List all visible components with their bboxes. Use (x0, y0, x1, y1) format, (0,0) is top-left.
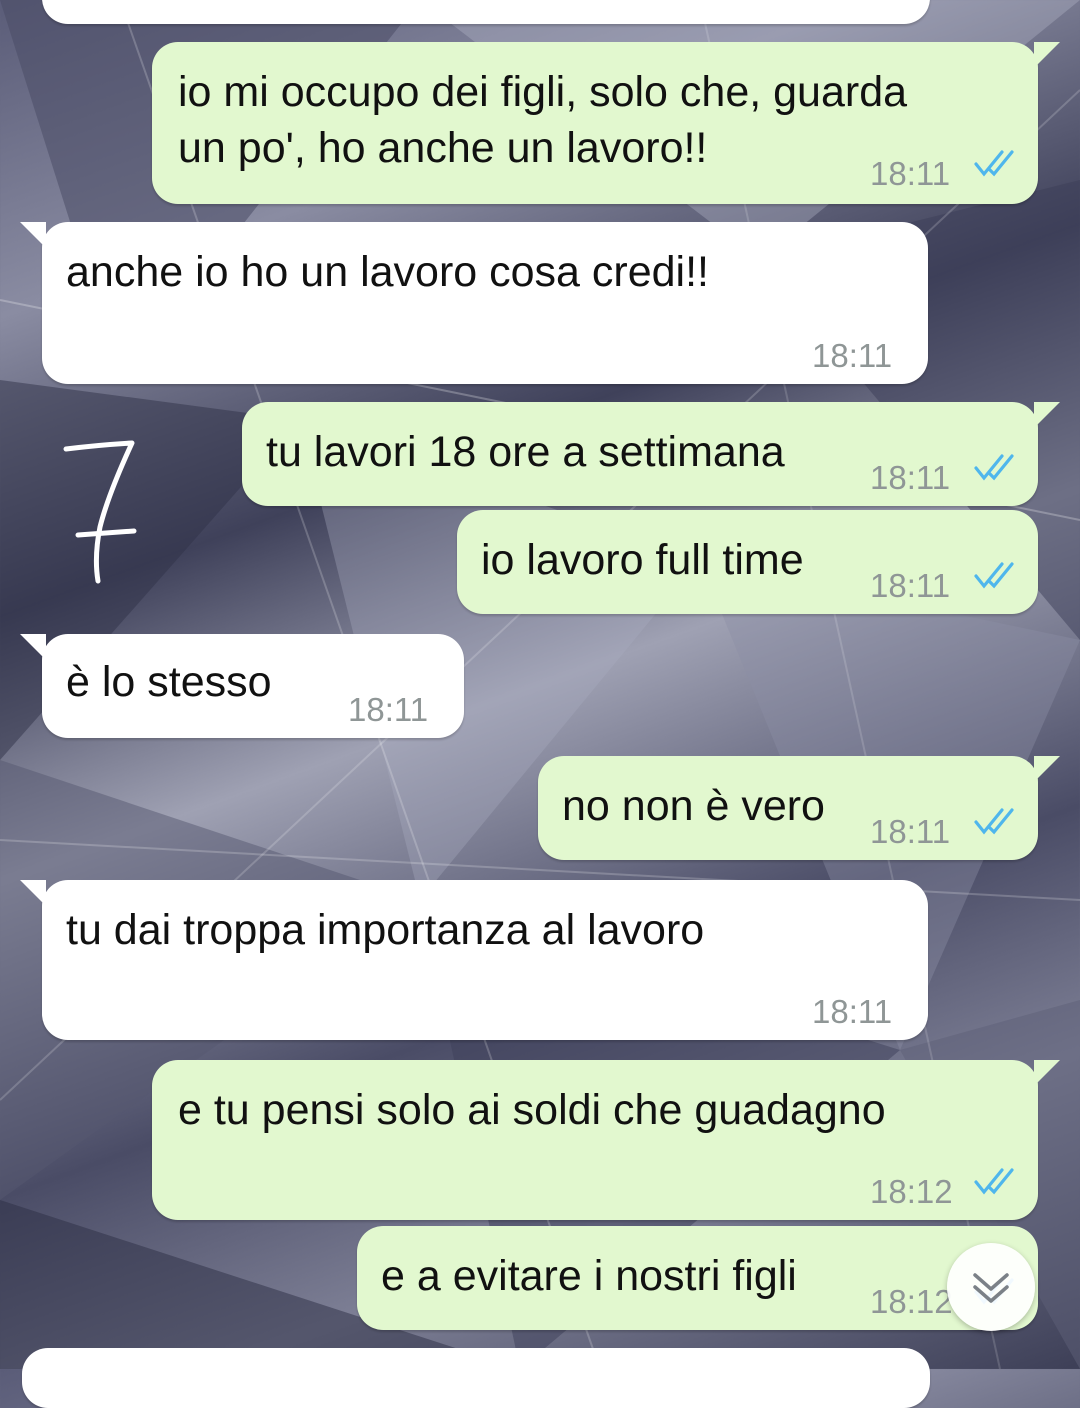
read-receipt-icon (974, 454, 1014, 481)
message-bubble-outgoing[interactable]: no non è vero 18:11 (538, 756, 1060, 860)
message-time: 18:11 (812, 993, 893, 1030)
message-text: io lavoro full time (481, 536, 804, 584)
message-bubble-outgoing[interactable]: e a evitare i nostri figli 18:12 (357, 1226, 1038, 1330)
message-text: è lo stesso (66, 658, 272, 706)
message-bubble-incoming[interactable]: anche io ho un lavoro cosa credi!! 18:11 (20, 222, 928, 384)
message-bubble-outgoing[interactable]: io mi occupo dei figli, solo che, guarda… (152, 42, 1060, 204)
message-time: 18:11 (870, 155, 951, 192)
message-text: io mi occupo dei figli, solo che, guarda… (178, 68, 908, 172)
chevron-down-double-icon (973, 1273, 1009, 1303)
message-time: 18:11 (870, 459, 951, 496)
message-bubble-incoming[interactable]: tu dai troppa importanza al lavoro 18:11 (20, 880, 928, 1040)
handwritten-number-annotation (63, 440, 137, 584)
message-bubble-incoming[interactable] (42, 0, 930, 24)
message-bubble-outgoing[interactable]: tu lavori 18 ore a settimana 18:11 (242, 402, 1060, 506)
message-text: no non è vero (562, 782, 825, 830)
message-time: 18:11 (348, 691, 429, 728)
message-bubble-incoming[interactable]: è lo stesso 18:11 (20, 634, 464, 738)
message-time: 18:12 (870, 1283, 953, 1320)
read-receipt-icon (974, 1168, 1014, 1195)
message-bubble-incoming[interactable] (22, 1348, 930, 1408)
message-text: anche io ho un lavoro cosa credi!! (66, 248, 710, 296)
message-time: 18:12 (870, 1173, 953, 1210)
message-bubble-outgoing[interactable]: io lavoro full time 18:11 (457, 510, 1038, 614)
read-receipt-icon (974, 808, 1014, 835)
read-receipt-icon (974, 562, 1014, 589)
read-receipt-icon (974, 150, 1014, 177)
message-text: tu lavori 18 ore a settimana (266, 428, 785, 476)
message-text: e tu pensi solo ai soldi che guadagno (178, 1086, 886, 1134)
message-bubble-outgoing[interactable]: e tu pensi solo ai soldi che guadagno 18… (152, 1060, 1060, 1220)
message-text: e a evitare i nostri figli (381, 1252, 797, 1300)
message-time: 18:11 (870, 567, 951, 604)
message-time: 18:11 (870, 813, 951, 850)
scroll-to-bottom-button[interactable] (947, 1243, 1035, 1331)
message-text: tu dai troppa importanza al lavoro (66, 906, 705, 954)
message-time: 18:11 (812, 337, 893, 374)
